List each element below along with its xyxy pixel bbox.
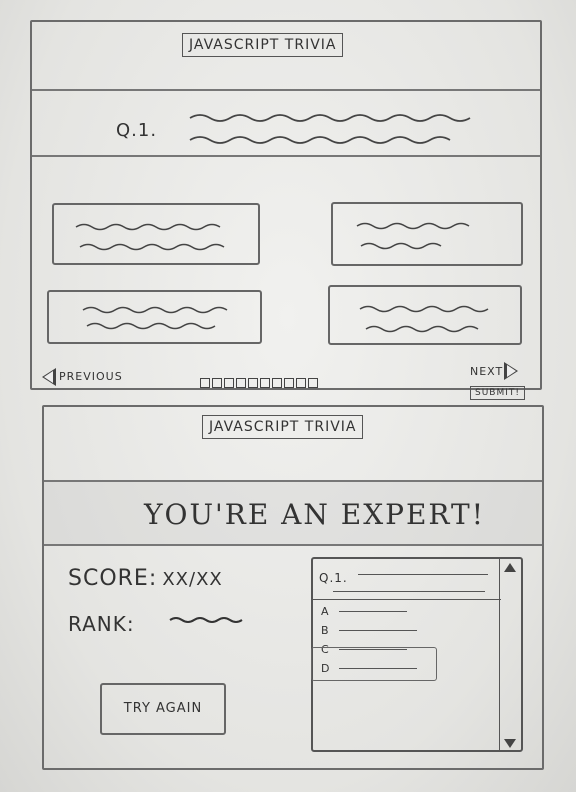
answer-button-1[interactable] [52,203,260,265]
review-option-text-placeholder [339,611,407,612]
submit-button[interactable]: SUBMIT! [470,386,525,400]
answer-3-text-placeholder [82,306,228,330]
answer-1-text-placeholder [75,223,225,251]
banner-divider [44,544,542,546]
answer-button-4[interactable] [328,285,522,345]
results-title: JAVASCRIPT TRIVIA [202,415,364,439]
score-line: SCORE: XX/XX [68,566,223,591]
review-question-line-1 [358,574,488,575]
review-question: Q.1. [319,567,348,586]
result-banner: YOU'RE AN EXPERT! [44,482,542,544]
previous-button[interactable]: PREVIOUS [42,367,134,387]
review-option-text-placeholder [339,630,417,631]
next-arrow-icon [504,362,518,380]
answer-review-panel: Q.1. ABCD [311,557,523,752]
rank-label: RANK: [68,612,135,636]
review-question-label: Q.1. [319,571,348,585]
question-divider [32,155,540,157]
answer-4-text-placeholder [359,305,489,333]
score-label: SCORE: [68,566,158,591]
rank-line: RANK: [68,612,135,636]
review-option-label: A [321,605,330,618]
result-message: YOU'RE AN EXPERT! [144,498,485,531]
review-scrollbar[interactable] [499,559,520,752]
question-text-placeholder [189,114,471,144]
page-indicator-square[interactable] [308,378,318,388]
page-indicator-square[interactable] [200,378,210,388]
next-button[interactable]: NEXT [470,360,530,382]
page-indicator-square[interactable] [212,378,222,388]
page-indicator-square[interactable] [296,378,306,388]
quiz-title: JAVASCRIPT TRIVIA [182,33,344,57]
answer-2-text-placeholder [356,222,470,250]
previous-label: PREVIOUS [59,370,123,383]
page-indicator-square[interactable] [236,378,246,388]
header-divider [32,89,540,91]
answer-button-2[interactable] [331,202,523,266]
selected-option-highlight [311,647,437,681]
review-question-line-2 [333,591,485,592]
next-label: NEXT [470,365,504,378]
scroll-up-icon[interactable] [504,563,516,572]
page-indicator [200,373,320,392]
review-divider [313,599,501,600]
previous-arrow-icon [42,368,56,386]
scroll-down-icon[interactable] [504,739,516,748]
page-indicator-square[interactable] [248,378,258,388]
page-indicator-square[interactable] [224,378,234,388]
question-number: Q.1. [116,120,158,141]
score-value: XX/XX [162,569,223,590]
page-indicator-square[interactable] [260,378,270,388]
page-indicator-square[interactable] [272,378,282,388]
try-again-button[interactable]: TRY AGAIN [100,683,226,735]
page-indicator-square[interactable] [284,378,294,388]
answer-button-3[interactable] [47,290,262,344]
review-option-label: B [321,624,330,637]
rank-value-placeholder [169,617,243,623]
